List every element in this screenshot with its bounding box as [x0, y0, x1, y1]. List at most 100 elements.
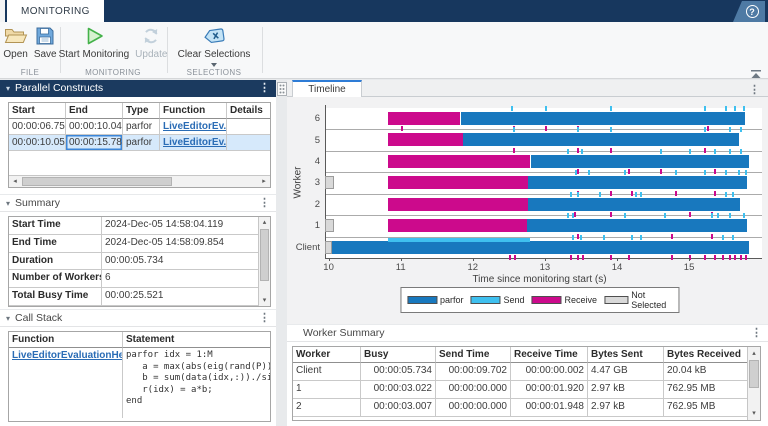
col-header-type[interactable]: Type — [123, 103, 160, 119]
call-stack-header[interactable]: ▾ Call Stack ⋮ — [0, 310, 276, 327]
scroll-up-icon[interactable]: ▴ — [259, 217, 270, 228]
legend-item[interactable]: Not Selected — [604, 290, 672, 310]
start-monitoring-button[interactable]: Start Monitoring — [59, 24, 130, 60]
clear-selections-button[interactable]: Clear Selections — [178, 24, 251, 67]
divider-grip-icon[interactable] — [277, 82, 287, 96]
table-row[interactable]: 00:00:06.754 00:00:10.046 parfor LiveEdi… — [9, 119, 270, 135]
cell-receive-time[interactable]: 00:00:01.920 — [511, 381, 588, 399]
scroll-up-icon[interactable]: ▴ — [748, 348, 760, 359]
cell-details[interactable] — [227, 135, 270, 151]
cell-receive-time[interactable]: 00:00:00.002 — [511, 363, 588, 381]
chevron-down-icon[interactable] — [211, 63, 217, 67]
cell-send-time[interactable]: 00:00:00.000 — [436, 399, 511, 417]
summary-header[interactable]: ▾ Summary ⋮ — [0, 195, 276, 212]
tab-monitoring[interactable]: MONITORING — [7, 0, 104, 22]
cell-worker[interactable]: 2 — [293, 399, 361, 417]
timeline-bar-parfor[interactable] — [528, 198, 740, 211]
cell-busy[interactable]: 00:00:03.022 — [361, 381, 436, 399]
help-button[interactable]: ? — [733, 1, 765, 22]
cell-bytes-received[interactable]: 762.95 MB — [664, 399, 747, 417]
timeline-bar-parfor[interactable] — [527, 219, 747, 232]
cell-start[interactable]: 00:00:10.051 — [9, 135, 66, 151]
cell-busy[interactable]: 00:00:03.007 — [361, 399, 436, 417]
timeline-bar-parfor[interactable] — [531, 155, 750, 168]
timeline-bar-receive[interactable] — [388, 176, 528, 189]
table-row[interactable]: Start Time 2024-Dec-05 14:58:04.119 — [9, 217, 270, 235]
table-row[interactable]: Client 00:00:05.734 00:00:09.702 00:00:0… — [293, 363, 747, 381]
legend-item[interactable]: Send — [470, 295, 524, 305]
cell-function[interactable]: LiveEditorEv... — [160, 135, 227, 151]
collapse-chevron-icon[interactable]: ▾ — [6, 314, 10, 323]
cell-type[interactable]: parfor — [123, 119, 160, 135]
timeline-bar-parfor[interactable] — [332, 241, 749, 254]
col-header-start[interactable]: Start — [9, 103, 66, 119]
open-button[interactable]: Open — [3, 24, 27, 60]
cell-bytes-sent[interactable]: 2.97 kB — [588, 399, 664, 417]
tab-timeline[interactable]: Timeline — [292, 80, 362, 97]
col-header-bytes-sent[interactable]: Bytes Sent — [588, 347, 664, 363]
cell-end-focused[interactable]: 00:00:15.786 — [66, 135, 123, 151]
collapse-chevron-icon[interactable]: ▾ — [6, 199, 10, 208]
panel-menu-icon[interactable]: ⋮ — [259, 83, 270, 93]
vertical-scrollbar[interactable]: ▴ ▾ — [258, 217, 270, 306]
parallel-constructs-header[interactable]: ▾ Parallel Constructs ⋮ — [0, 80, 276, 97]
vertical-scrollbar[interactable]: ▴ ▾ — [747, 347, 760, 420]
cell-type[interactable]: parfor — [123, 135, 160, 151]
cell-end[interactable]: 00:00:10.046 — [66, 119, 123, 135]
function-link[interactable]: LiveEditorEv... — [163, 121, 227, 132]
horizontal-scrollbar[interactable]: ◂ ▸ — [9, 175, 270, 187]
scroll-down-icon[interactable]: ▾ — [748, 408, 760, 419]
cell-bytes-sent[interactable]: 2.97 kB — [588, 381, 664, 399]
scrollbar-thumb[interactable] — [260, 229, 269, 281]
table-row[interactable]: LiveEditorEvaluationHelp... parfor idx =… — [9, 348, 270, 418]
function-link[interactable]: LiveEditorEvaluationHelp... — [12, 350, 123, 361]
collapse-chevron-icon[interactable]: ▾ — [6, 84, 10, 93]
timeline-bar-parfor[interactable] — [463, 133, 738, 146]
scrollbar-thumb[interactable] — [749, 360, 759, 388]
legend-item[interactable]: parfor — [407, 295, 464, 305]
timeline-bar-receive[interactable] — [388, 198, 529, 211]
table-row[interactable]: 2 00:00:03.007 00:00:00.000 00:00:01.948… — [293, 399, 747, 417]
cell-worker[interactable]: 1 — [293, 381, 361, 399]
col-header-details[interactable]: Details — [227, 103, 270, 119]
timeline-bar-send[interactable] — [388, 238, 531, 242]
timeline-bar-receive[interactable] — [388, 133, 464, 146]
scroll-down-icon[interactable]: ▾ — [259, 295, 270, 306]
scrollbar-thumb[interactable] — [22, 177, 172, 186]
cell-function[interactable]: LiveEditorEvaluationHelp... — [9, 348, 123, 418]
timeline-bar-receive[interactable] — [388, 219, 527, 232]
panel-menu-icon[interactable]: ⋮ — [259, 313, 270, 323]
cell-start[interactable]: 00:00:06.754 — [9, 119, 66, 135]
panel-menu-icon[interactable]: ⋮ — [259, 198, 270, 208]
col-header-statement[interactable]: Statement — [123, 332, 270, 348]
function-link[interactable]: LiveEditorEv... — [163, 137, 227, 148]
update-button[interactable]: Update — [135, 24, 167, 60]
timeline-bar-notselected[interactable] — [325, 176, 334, 189]
cell-busy[interactable]: 00:00:05.734 — [361, 363, 436, 381]
scroll-left-icon[interactable]: ◂ — [9, 176, 21, 187]
save-button[interactable]: Save — [34, 24, 57, 60]
scroll-right-icon[interactable]: ▸ — [258, 176, 270, 187]
col-header-busy[interactable]: Busy — [361, 347, 436, 363]
col-header-function[interactable]: Function — [160, 103, 227, 119]
table-row[interactable]: 1 00:00:03.022 00:00:00.000 00:00:01.920… — [293, 381, 747, 399]
cell-bytes-received[interactable]: 762.95 MB — [664, 381, 747, 399]
col-header-worker[interactable]: Worker — [293, 347, 361, 363]
worker-summary-header[interactable]: Worker Summary ⋮ — [287, 325, 768, 342]
timeline-bar-notselected[interactable] — [325, 219, 334, 232]
cell-bytes-sent[interactable]: 4.47 GB — [588, 363, 664, 381]
col-header-end[interactable]: End — [66, 103, 123, 119]
panel-menu-icon[interactable]: ⋮ — [749, 83, 760, 96]
timeline-bar-receive[interactable] — [388, 112, 461, 125]
timeline-bar-parfor[interactable] — [461, 112, 746, 125]
table-row[interactable]: End Time 2024-Dec-05 14:58:09.854 — [9, 235, 270, 253]
col-header-bytes-received[interactable]: Bytes Received — [664, 347, 747, 363]
cell-details[interactable] — [227, 119, 270, 135]
table-row[interactable]: Total Busy Time 00:00:25.521 — [9, 288, 270, 306]
table-row[interactable]: Duration 00:00:05.734 — [9, 253, 270, 271]
legend-item[interactable]: Receive — [532, 295, 598, 305]
panel-menu-icon[interactable]: ⋮ — [751, 328, 762, 338]
col-header-function[interactable]: Function — [9, 332, 123, 348]
col-header-send-time[interactable]: Send Time — [436, 347, 511, 363]
table-row-selected[interactable]: 00:00:10.051 00:00:15.786 parfor LiveEdi… — [9, 135, 270, 151]
